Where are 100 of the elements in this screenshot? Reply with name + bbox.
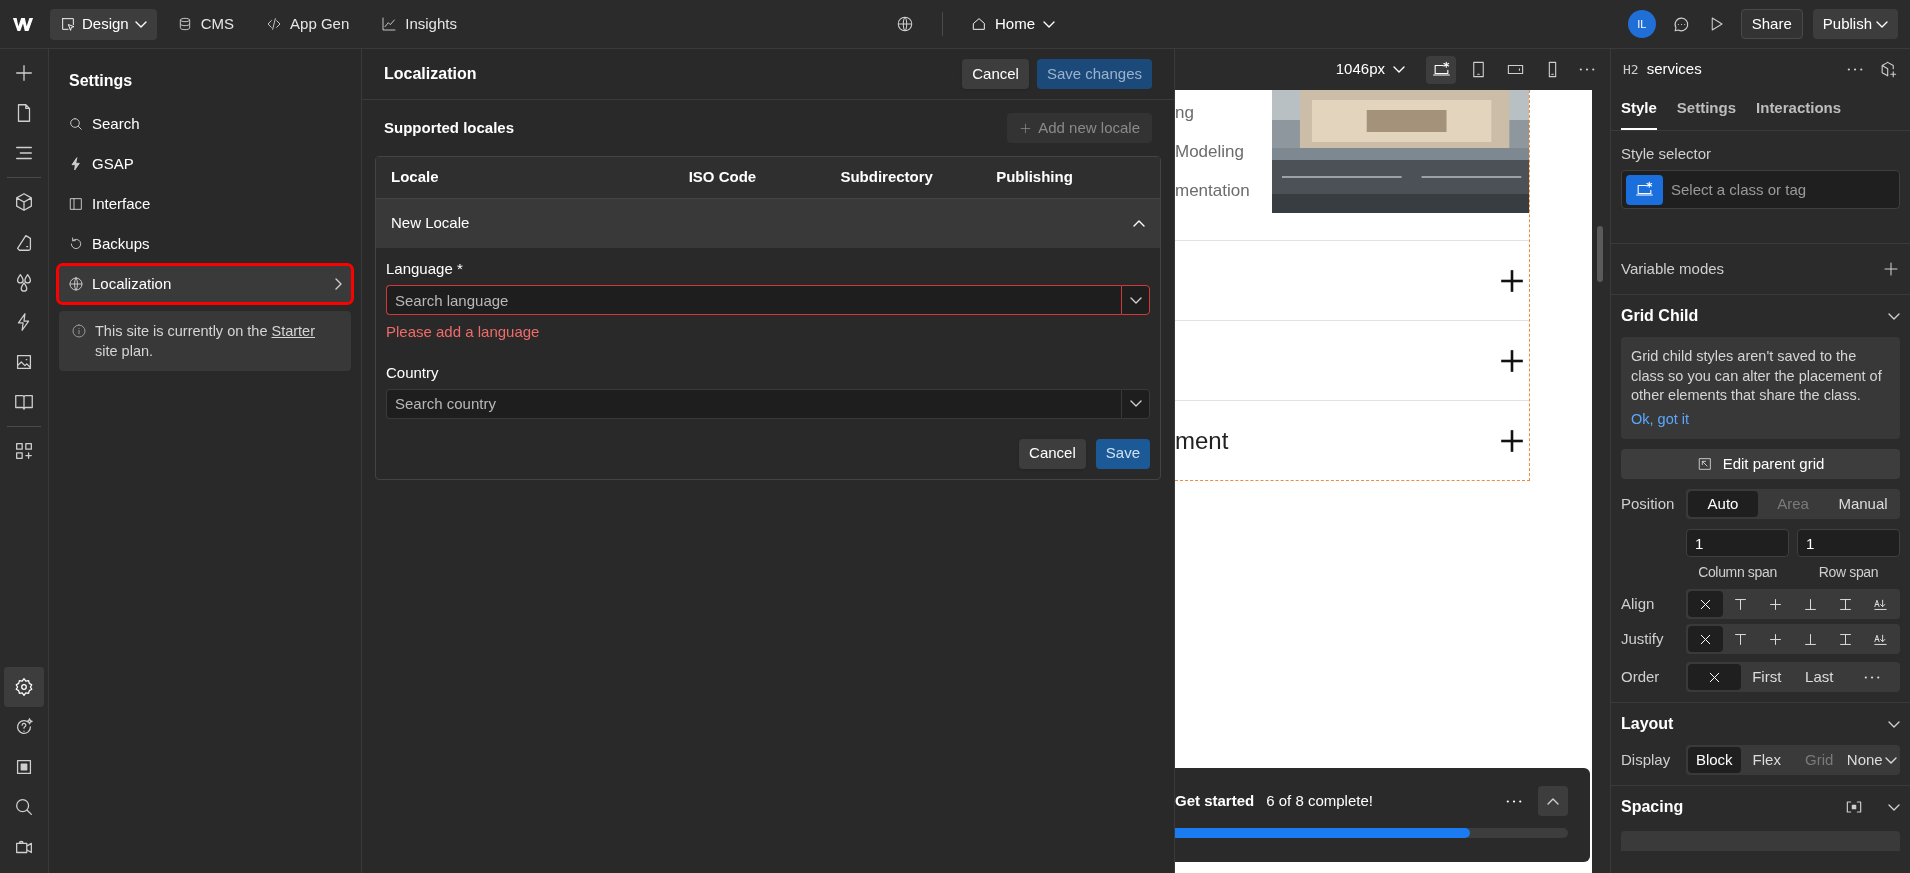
breakpoint-width[interactable]: 1046px (1335, 58, 1405, 81)
section-title: Grid Child (1621, 306, 1699, 326)
nav-link[interactable]: App Gen (266, 12, 350, 36)
panel-tab[interactable]: Style (1621, 96, 1657, 130)
progress-text: 6 of 8 complete! (1266, 790, 1373, 811)
plan-link[interactable]: Starter (271, 323, 315, 339)
grid-arrow-icon (1696, 456, 1713, 472)
desktop-cursor-button[interactable] (1426, 55, 1456, 84)
country-field[interactable]: Search country (386, 388, 1121, 419)
more-icon (1847, 67, 1863, 72)
code-icon (266, 16, 283, 32)
page-switcher[interactable]: Home (971, 12, 1055, 36)
settings-item[interactable]: GSAP (59, 146, 351, 182)
save-changes-button[interactable]: Save changes (1036, 59, 1152, 89)
chevron-right-icon (335, 278, 342, 290)
chevron-down-icon (1884, 756, 1897, 764)
cancel-button[interactable]: Cancel (962, 59, 1029, 89)
nav-link[interactable]: CMS (176, 12, 235, 36)
locale-row[interactable]: New Locale (376, 199, 1160, 248)
chevron-down-icon (134, 20, 147, 28)
desktop-cursor-icon (1431, 60, 1451, 79)
dismiss-link[interactable]: Ok, got it (1631, 409, 1890, 429)
more-button[interactable] (1847, 67, 1863, 72)
row-label: Display (1621, 749, 1672, 770)
chevron-down-icon (1888, 720, 1900, 728)
chevron-down-icon (1043, 20, 1055, 28)
plus-icon (13, 62, 35, 84)
collapse-button[interactable] (1888, 720, 1900, 728)
share-button[interactable]: Share (1740, 9, 1803, 39)
element-name: services (1646, 59, 1702, 80)
locale-name: New Locale (391, 213, 470, 234)
panel-tab[interactable]: Interactions (1756, 96, 1842, 130)
list-item-text: ng (1175, 102, 1195, 123)
more-icon (1506, 798, 1522, 804)
add-button[interactable] (1882, 260, 1900, 278)
logo-icon[interactable] (12, 16, 34, 32)
segment-option[interactable]: Last (1793, 664, 1846, 690)
panel-tab[interactable]: Settings (1676, 96, 1737, 130)
search-icon (68, 116, 84, 132)
span-input[interactable]: 1 (1686, 529, 1789, 557)
breakpoint-badge[interactable] (1626, 174, 1663, 205)
component-button[interactable] (1879, 60, 1898, 79)
settings-item[interactable]: Search (59, 106, 351, 142)
field-label: Language * (386, 259, 464, 279)
edit-parent-grid-button[interactable]: Edit parent grid (1621, 449, 1900, 479)
segment-option[interactable]: Block (1688, 747, 1741, 773)
settings-item[interactable]: Interface (59, 186, 351, 222)
cancel-button[interactable]: Cancel (1019, 438, 1086, 469)
publish-button[interactable]: Publish (1812, 9, 1898, 39)
tag-label: H2 (1623, 60, 1639, 79)
info-icon (71, 323, 87, 339)
notice-text: Grid child styles aren't saved to the class so you can alter the placement of other elements that share the class. (1631, 347, 1883, 405)
column-header: Locale (391, 167, 440, 188)
dropdown-button[interactable] (1121, 285, 1150, 315)
save-button[interactable]: Save (1095, 438, 1150, 469)
desktop-cursor-icon (1635, 180, 1654, 199)
segment-option[interactable]: Manual (1828, 491, 1898, 517)
segment-option[interactable]: Flex (1740, 747, 1793, 773)
panel-title: Settings (68, 71, 134, 91)
user-avatar[interactable]: IL (1627, 10, 1656, 38)
design-mode-button[interactable]: Design (50, 8, 157, 40)
scrollbar-thumb[interactable] (1597, 226, 1603, 282)
panel-title: Localization (384, 64, 477, 84)
field-label: Country (386, 362, 440, 383)
language-field[interactable]: Search language (386, 285, 1121, 315)
section-title: Spacing (1621, 797, 1684, 817)
notice-text: This site is currently on the Starter site plan. (95, 322, 316, 361)
column-header: Publishing (996, 167, 1074, 188)
input-caption: Row span (1818, 563, 1879, 582)
chevron-up-icon (1547, 797, 1559, 805)
chevron-down-icon (1888, 803, 1900, 811)
class-selector-field[interactable]: Select a class or tag (1663, 171, 1899, 208)
chevron-up-icon (1133, 220, 1145, 227)
globe-icon (68, 276, 84, 292)
add-locale-button[interactable]: Add new locale (1007, 113, 1152, 143)
locale-button[interactable] (896, 15, 914, 33)
field-label: Style selector (1621, 144, 1713, 163)
collapse-button[interactable] (1888, 312, 1900, 320)
plus-icon (1882, 260, 1900, 278)
cube-icon (13, 191, 35, 213)
chevron-down-icon (1129, 296, 1142, 304)
more-icon (1579, 67, 1595, 72)
segment-option[interactable]: First (1740, 664, 1793, 690)
span-input[interactable]: 1 (1797, 529, 1900, 557)
settings-item[interactable]: Localization (59, 266, 351, 302)
plus-icon (1499, 347, 1525, 374)
dropdown-button[interactable] (1121, 388, 1150, 419)
apps-icon (13, 440, 35, 462)
accordion-row[interactable]: ment (1175, 400, 1529, 480)
section-label: Variable modes (1621, 258, 1725, 279)
collapse-button[interactable] (1888, 803, 1900, 811)
nav-link[interactable]: Insights (381, 12, 457, 36)
settings-item[interactable]: Backups (59, 226, 351, 262)
settings-tool[interactable] (4, 667, 44, 707)
segment-option[interactable]: None (1845, 747, 1898, 773)
column-header: Subdirectory (840, 167, 934, 188)
segment-option[interactable]: Auto (1688, 491, 1758, 517)
section-title: Layout (1621, 714, 1674, 734)
plus-icon (1499, 267, 1525, 294)
class-selector[interactable]: Select a class or tag (1621, 170, 1900, 209)
